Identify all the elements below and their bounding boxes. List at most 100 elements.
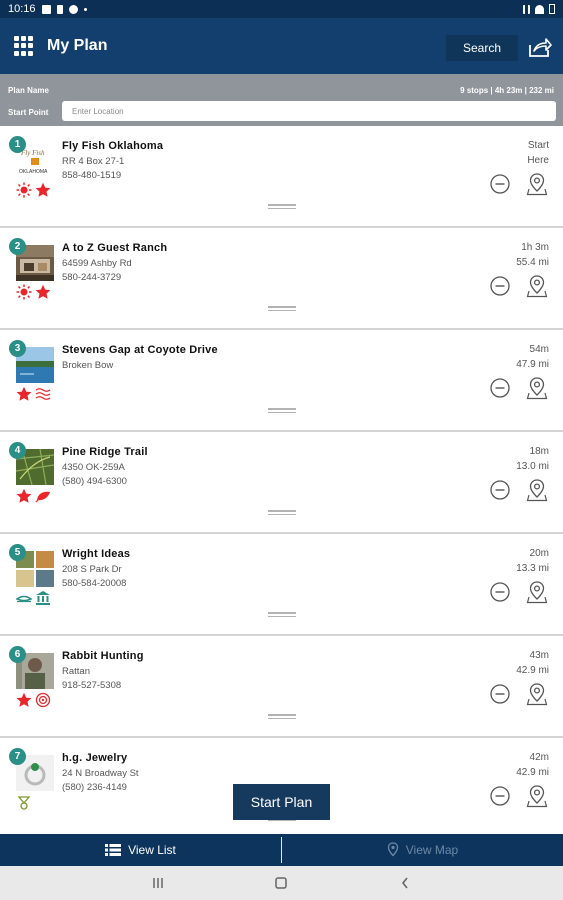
remove-stop-icon[interactable] — [490, 480, 510, 500]
stop-name[interactable]: Stevens Gap at Coyote Drive — [62, 344, 218, 356]
recent-apps-button[interactable] — [148, 874, 168, 892]
star-icon — [16, 488, 32, 503]
drag-handle[interactable] — [268, 408, 296, 414]
stop-number-badge: 3 — [9, 340, 26, 357]
category-icons — [16, 182, 51, 198]
target-icon — [35, 692, 51, 708]
stop-time: 54m — [529, 344, 549, 355]
drag-handle[interactable] — [268, 612, 296, 618]
svg-text:OKLAHOMA: OKLAHOMA — [19, 169, 48, 175]
status-bar: 10:16 — [0, 0, 563, 18]
waves-icon — [35, 388, 51, 400]
stop-address: 24 N Broadway St — [62, 768, 139, 779]
stop-name[interactable]: A to Z Guest Ranch — [62, 242, 167, 254]
status-time: 10:16 — [8, 3, 36, 15]
stop-name[interactable]: Pine Ridge Trail — [62, 446, 148, 458]
remove-stop-icon[interactable] — [490, 378, 510, 398]
stop-distance: 55.4 mi — [516, 257, 549, 268]
stop-item[interactable]: 6 Rabbit Hunting Rattan 918-527-5308 43m… — [0, 636, 563, 738]
remove-stop-icon[interactable] — [490, 684, 510, 704]
remove-stop-icon[interactable] — [490, 786, 510, 806]
stop-phone[interactable]: (580) 236-4149 — [62, 782, 127, 793]
stop-phone[interactable]: (580) 494-6300 — [62, 476, 127, 487]
category-icons — [16, 284, 51, 300]
category-icons — [16, 386, 51, 402]
share-icon[interactable] — [528, 36, 552, 58]
stop-phone[interactable]: 580-244-3729 — [62, 272, 121, 283]
drag-handle[interactable] — [268, 510, 296, 516]
remove-stop-icon[interactable] — [490, 276, 510, 296]
map-pin-icon[interactable] — [526, 784, 548, 808]
grid-menu-icon[interactable] — [14, 36, 34, 56]
stop-address: 208 S Park Dr — [62, 564, 122, 575]
plan-name-label[interactable]: Plan Name — [8, 86, 49, 95]
remove-stop-icon[interactable] — [490, 582, 510, 602]
tab-view-list[interactable]: View List — [0, 834, 281, 866]
tab-view-map-label: View Map — [405, 843, 459, 857]
stop-time: 43m — [529, 650, 549, 661]
stop-number-badge: 1 — [9, 136, 26, 153]
bottom-tab-bar: View List View Map — [0, 834, 563, 866]
stop-address: 64599 Ashby Rd — [62, 258, 132, 269]
stop-number-badge: 7 — [9, 748, 26, 765]
back-icon — [401, 877, 408, 889]
stops-list: 1 Fly Fish OKLAHOMA Fly Fish Oklahoma RR… — [0, 126, 563, 834]
star-icon — [16, 692, 32, 707]
dot-icon — [83, 7, 87, 11]
search-button[interactable]: Search — [446, 35, 518, 61]
stop-address: Broken Bow — [62, 360, 114, 371]
system-nav-bar — [0, 866, 563, 900]
home-button[interactable] — [271, 874, 291, 892]
sim-icon — [56, 4, 63, 14]
star-icon — [35, 284, 51, 299]
stop-distance: Here — [527, 155, 549, 166]
stop-distance: 13.0 mi — [516, 461, 549, 472]
stop-address: 4350 OK-259A — [62, 462, 125, 473]
shop-icon — [16, 595, 32, 603]
map-pin-icon[interactable] — [526, 682, 548, 706]
stop-item[interactable]: 3 Stevens Gap at Coyote Drive Broken Bow… — [0, 330, 563, 432]
drag-handle[interactable] — [268, 714, 296, 720]
stop-item[interactable]: 2 A to Z Guest Ranch 64599 Ashby Rd 580-… — [0, 228, 563, 330]
plan-info-panel: Plan Name 9 stops | 4h 23m | 232 mi Star… — [0, 74, 563, 126]
start-plan-button[interactable]: Start Plan — [233, 784, 330, 820]
stop-time: 1h 3m — [521, 242, 549, 253]
stop-number-badge: 2 — [9, 238, 26, 255]
stop-name[interactable]: Fly Fish Oklahoma — [62, 140, 163, 152]
museum-icon — [36, 591, 50, 605]
stop-time: 18m — [529, 446, 549, 457]
stop-phone[interactable]: 918-527-5308 — [62, 680, 121, 691]
map-pin-icon[interactable] — [526, 376, 548, 400]
stop-time: 20m — [529, 548, 549, 559]
drag-handle[interactable] — [268, 204, 296, 210]
stop-number-badge: 6 — [9, 646, 26, 663]
map-pin-icon — [387, 842, 398, 857]
stop-time: 42m — [529, 752, 549, 763]
category-icons — [16, 794, 32, 810]
leaf-icon — [35, 491, 50, 503]
stop-name[interactable]: h.g. Jewelry — [62, 752, 127, 764]
app-header: My Plan Search — [0, 18, 563, 74]
battery-icon — [549, 4, 555, 14]
stop-item[interactable]: 5 Wright Ideas 208 S Park Dr 580-584-200… — [0, 534, 563, 636]
stop-item[interactable]: 1 Fly Fish OKLAHOMA Fly Fish Oklahoma RR… — [0, 126, 563, 228]
stop-item[interactable]: 4 Pine Ridge Trail 4350 OK-259A (580) 49… — [0, 432, 563, 534]
app-root: 10:16 My Plan Search Plan Name 9 stops |… — [0, 0, 563, 900]
stop-number-badge: 4 — [9, 442, 26, 459]
map-pin-icon[interactable] — [526, 274, 548, 298]
drag-handle[interactable] — [268, 306, 296, 312]
map-pin-icon[interactable] — [526, 580, 548, 604]
stop-name[interactable]: Rabbit Hunting — [62, 650, 144, 662]
map-pin-icon[interactable] — [526, 172, 548, 196]
stop-phone[interactable]: 580-584-20008 — [62, 578, 126, 589]
start-location-input[interactable] — [62, 101, 556, 121]
tab-view-map[interactable]: View Map — [282, 834, 563, 866]
stop-name[interactable]: Wright Ideas — [62, 548, 130, 560]
stop-number-badge: 5 — [9, 544, 26, 561]
back-button[interactable] — [395, 874, 415, 892]
stop-distance: 13.3 mi — [516, 563, 549, 574]
stop-phone[interactable]: 858-480-1519 — [62, 170, 121, 181]
stop-distance: 42.9 mi — [516, 767, 549, 778]
remove-stop-icon[interactable] — [490, 174, 510, 194]
map-pin-icon[interactable] — [526, 478, 548, 502]
